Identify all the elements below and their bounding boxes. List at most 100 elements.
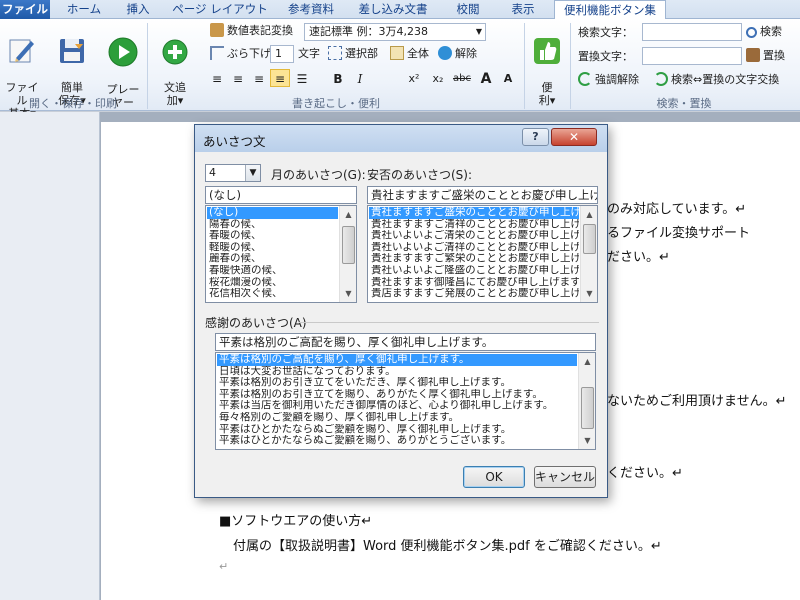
scroll-up-icon[interactable]: ▲	[582, 207, 597, 222]
list-item[interactable]: 貴社いよいよご隆盛のこととお慶び申し上げます。	[369, 265, 579, 277]
list-item[interactable]: (なし)	[207, 207, 338, 219]
scroll-up-icon[interactable]: ▲	[580, 354, 595, 369]
month-greeting-label: 月のあいさつ(G):	[271, 168, 366, 182]
list-item[interactable]: 春暖快適の候、	[207, 265, 338, 277]
tab-home[interactable]: ホーム	[58, 0, 110, 19]
search-input[interactable]	[642, 23, 742, 41]
dialog-title: あいさつ文	[203, 134, 266, 149]
select-all-button[interactable]: 全体	[390, 46, 429, 62]
bold-button[interactable]: B	[328, 69, 348, 87]
list-item[interactable]: 貴社ますます御隆昌にてお慶び申し上げます。	[369, 277, 579, 289]
play-icon	[108, 37, 138, 67]
search-button[interactable]: 検索	[746, 24, 782, 40]
list-item[interactable]: 平素は当店を御利用いただき御厚情のほど、心より御礼申し上げます。	[217, 400, 577, 412]
thanks-greeting-list[interactable]: 平素は格別のご高配を賜り、厚く御礼申し上げます。 日頃は大変お世話になっておりま…	[215, 352, 596, 450]
char-unit-label: 文字	[298, 47, 320, 60]
list-item[interactable]: 貴社ますますご繁栄のこととお慶び申し上げます。	[369, 253, 579, 265]
list-item[interactable]: 平素は格別のご高配を賜り、厚く御礼申し上げます。	[217, 354, 577, 366]
tab-view[interactable]: 表示	[498, 0, 548, 19]
replace-button[interactable]: 置換	[746, 48, 785, 64]
list-item[interactable]: 貴社ますますご盛栄のこととお慶び申し上げます。	[369, 207, 579, 219]
safety-list-scrollbar[interactable]: ▲ ▼	[580, 206, 597, 302]
list-item[interactable]: 陽春の候、	[207, 219, 338, 231]
list-item[interactable]: 平素は格別のお引き立てをいただき、厚く御礼申し上げます。	[217, 377, 577, 389]
ok-button[interactable]: OK	[463, 466, 525, 488]
list-item[interactable]: 桜花爛漫の候、	[207, 277, 338, 289]
select-part-button[interactable]: 選択部	[328, 46, 378, 62]
month-greeting-input[interactable]: (なし)	[205, 186, 357, 204]
document-line: ださい。↵	[607, 250, 670, 265]
group-separator	[570, 23, 571, 109]
grow-font-button[interactable]: A	[476, 69, 496, 87]
list-item[interactable]: 平素はひとかたならぬご愛顧を賜り、ありがとうございます。	[217, 435, 577, 447]
align-left-button[interactable]: ≡	[207, 69, 227, 87]
number-convert-button[interactable]: 数値表記変換	[210, 23, 293, 39]
align-distribute-button[interactable]: ☰	[292, 69, 312, 87]
close-button[interactable]: ✕	[551, 128, 597, 146]
tab-convenience-buttons[interactable]: 便利機能ボタン集	[554, 0, 666, 20]
swap-search-replace-button[interactable]: 検索⇔置換の文字交換	[654, 72, 779, 88]
number-format-select[interactable]: 速記標準 例：3万4,238 ▼	[304, 23, 486, 41]
scroll-thumb[interactable]	[583, 224, 596, 254]
safety-greeting-label: 安否のあいさつ(S):	[367, 168, 473, 182]
swap-icon	[654, 72, 668, 86]
list-item[interactable]: 毎々格別のご愛顧を賜り、厚く御礼申し上げます。	[217, 412, 577, 424]
list-item[interactable]: 春暖の候、	[207, 230, 338, 242]
list-item[interactable]: 貴社いよいよご清栄のこととお慶び申し上げます。	[369, 230, 579, 242]
hanging-indent-value[interactable]: 1	[270, 45, 294, 63]
cancel-button[interactable]: キャンセル	[534, 466, 596, 488]
navigation-pane	[0, 112, 100, 600]
scroll-down-icon[interactable]: ▼	[341, 286, 356, 301]
align-right-button[interactable]: ≡	[249, 69, 269, 87]
document-line: るファイル変換サポート	[607, 226, 751, 241]
group-label-writing: 書き起こし・便利	[292, 97, 380, 110]
scroll-thumb[interactable]	[581, 387, 594, 429]
dialog-title-bar[interactable]: あいさつ文 ? ✕	[195, 125, 607, 152]
align-distribute-icon: ☰	[296, 72, 308, 86]
month-list-scrollbar[interactable]: ▲ ▼	[339, 206, 356, 302]
list-item[interactable]: 軽暖の候、	[207, 242, 338, 254]
convenience-button[interactable]: 便 利▾	[528, 23, 566, 107]
scroll-down-icon[interactable]: ▼	[582, 286, 597, 301]
thanks-greeting-input[interactable]: 平素は格別のご高配を賜り、厚く御礼申し上げます。	[215, 333, 596, 351]
list-item[interactable]: 貴社ますますご清祥のこととお慶び申し上げます。	[369, 219, 579, 231]
list-item[interactable]: 貴社いよいよご清祥のこととお慶び申し上げます。	[369, 242, 579, 254]
tab-references[interactable]: 参考資料	[278, 0, 344, 19]
month-select[interactable]: 4 ▼	[205, 164, 261, 182]
strikethrough-button[interactable]: abc	[450, 69, 474, 87]
help-button[interactable]: ?	[522, 128, 549, 146]
list-item[interactable]: 花信相次ぐ候、	[207, 288, 338, 300]
tab-review[interactable]: 校閲	[442, 0, 494, 19]
scroll-up-icon[interactable]: ▲	[341, 207, 356, 222]
align-center-button[interactable]: ≡	[228, 69, 248, 87]
safety-greeting-list[interactable]: 貴社ますますご盛栄のこととお慶び申し上げます。 貴社ますますご清祥のこととお慶び…	[367, 205, 598, 303]
document-icon	[390, 46, 404, 60]
subscript-button[interactable]: x₂	[428, 69, 448, 87]
shrink-font-button[interactable]: A	[498, 69, 518, 87]
list-item[interactable]: 日頃は大変お世話になっております。	[217, 366, 577, 378]
list-item[interactable]: 平素はひとかたならぬご愛顧を賜り、厚く御礼申し上げます。	[217, 424, 577, 436]
superscript-button[interactable]: x²	[404, 69, 424, 87]
tab-page-layout[interactable]: ページ レイアウト	[168, 0, 272, 19]
highlight-release-button[interactable]: 強調解除	[578, 72, 639, 88]
scroll-thumb[interactable]	[342, 226, 355, 264]
replace-input[interactable]	[642, 47, 742, 65]
list-item[interactable]: 麗春の候、	[207, 253, 338, 265]
tab-mailings[interactable]: 差し込み文書	[350, 0, 436, 19]
align-justify-button[interactable]: ≡	[270, 69, 290, 87]
safety-greeting-input[interactable]: 貴社ますますご盛栄のこととお慶び申し上げます。	[367, 186, 598, 204]
group-separator	[147, 23, 148, 109]
tab-file[interactable]: ファイル	[0, 0, 50, 19]
italic-button[interactable]: I	[350, 69, 370, 87]
chevron-down-icon: ▼	[245, 165, 260, 181]
release-button[interactable]: 解除	[438, 46, 477, 62]
group-divider	[299, 322, 599, 323]
chevron-down-icon: ▼	[475, 27, 482, 36]
month-greeting-list[interactable]: (なし) 陽春の候、 春暖の候、 軽暖の候、 麗春の候、 春暖快適の候、 桜花爛…	[205, 205, 357, 303]
hanging-indent-button[interactable]: ぶら下げ	[210, 46, 271, 62]
list-item[interactable]: 貴店ますますご発展のこととお慶び申し上げます。	[369, 288, 579, 300]
thanks-list-scrollbar[interactable]: ▲ ▼	[578, 353, 595, 449]
list-item[interactable]: 平素は格別のお引き立てを賜り、ありがたく厚く御礼申し上げます。	[217, 389, 577, 401]
scroll-down-icon[interactable]: ▼	[580, 433, 595, 448]
tab-insert[interactable]: 挿入	[114, 0, 162, 19]
